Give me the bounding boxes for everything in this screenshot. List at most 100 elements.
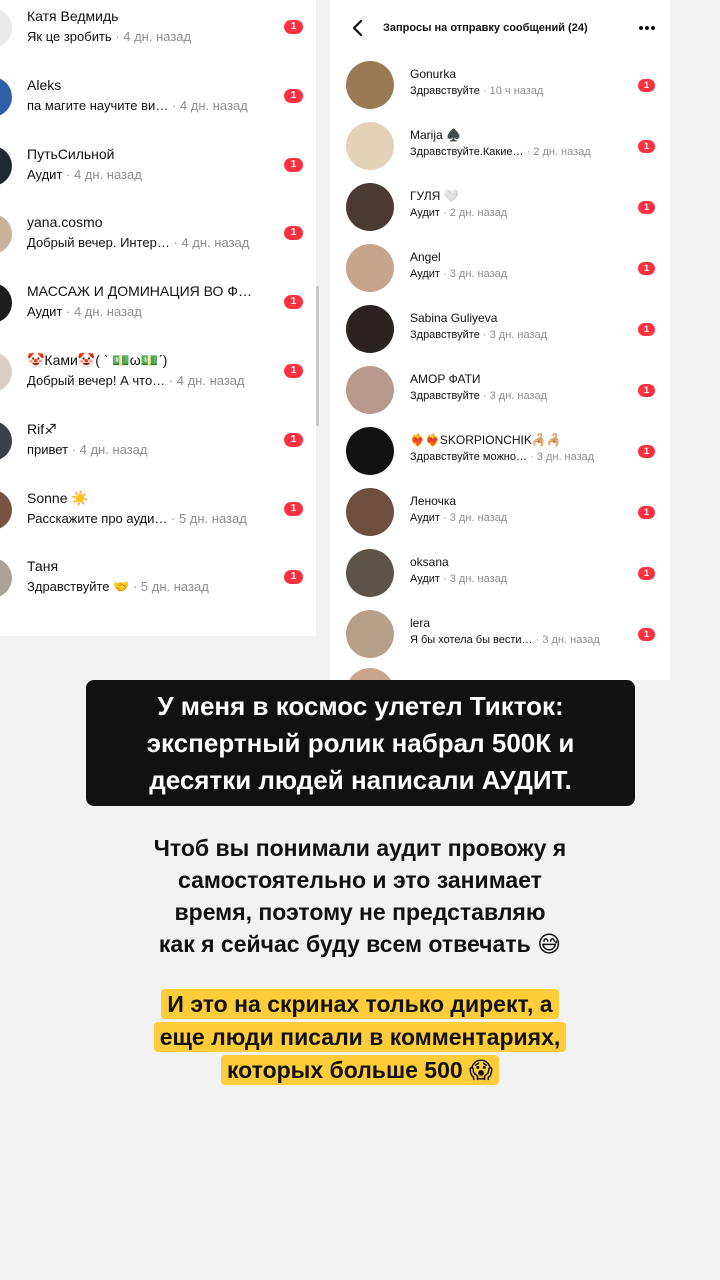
avatar[interactable]	[346, 488, 394, 536]
conversation-row[interactable]: ГУЛЯ 🤍 Аудит · 2 дн. назад 1	[330, 176, 670, 237]
avatar[interactable]	[346, 610, 394, 658]
avatar[interactable]	[0, 558, 12, 599]
unread-badge: 1	[638, 79, 655, 92]
message-preview: Я бы хотела бы вести… · 3 дн. назад	[410, 634, 600, 646]
requests-title: Запросы на отправку сообщений (24)	[383, 22, 588, 34]
timestamp: 3 дн. назад	[489, 329, 548, 341]
timestamp: 4 дн. назад	[181, 235, 250, 251]
avatar[interactable]	[346, 427, 394, 475]
contact-name: yana.cosmo	[27, 214, 103, 231]
caption-line: И это на скринах только директ, а	[118, 988, 602, 1021]
separator: ·	[532, 634, 543, 646]
timestamp: 3 дн. назад	[449, 512, 508, 524]
avatar[interactable]	[0, 76, 12, 117]
requests-header: Запросы на отправку сообщений (24)	[330, 0, 670, 56]
preview-text: Здравствуйте.Какие…	[410, 146, 524, 158]
timestamp: 3 дн. назад	[489, 390, 548, 402]
caption-line: время, поэтому не представляю	[174, 899, 546, 925]
contact-name: ❤️‍🔥❤️‍🔥SKORPIONCHIK🦂🦂	[410, 433, 562, 447]
message-preview: Добрый вечер. Интер… · 4 дн. назад	[27, 235, 249, 250]
timestamp: 3 дн. назад	[536, 451, 595, 463]
conversation-row[interactable]: Таня Здравствуйте 🤝 · 5 дн. назад 1	[0, 546, 316, 614]
separator: ·	[479, 329, 490, 341]
conversation-row[interactable]: Angel Аудит · 3 дн. назад 1	[330, 237, 670, 298]
conversation-row[interactable]: Sonne ☀️ Расскажите про ауди… · 5 дн. наз…	[0, 478, 316, 546]
avatar[interactable]	[0, 489, 12, 530]
unread-badge: 1	[284, 570, 303, 585]
caption-highlight-text: которых больше 500 😱	[220, 1055, 500, 1085]
avatar[interactable]	[346, 61, 394, 109]
conversation-row[interactable]: Катя Ведмидь Як це зробить · 4 дн. назад 1	[0, 0, 316, 64]
contact-name: АМОР ФАТИ	[410, 372, 481, 386]
unread-badge: 1	[638, 323, 655, 336]
caption-line: Чтоб вы понимали аудит провожу я	[153, 835, 567, 861]
avatar[interactable]	[346, 122, 394, 170]
scrollbar[interactable]	[316, 286, 319, 426]
unread-badge: 1	[638, 384, 655, 397]
separator: ·	[479, 390, 490, 402]
contact-name: Sonne ☀️	[27, 489, 89, 506]
separator: ·	[129, 579, 141, 595]
conversation-row[interactable]: Marija ♠️ Здравствуйте.Какие… · 2 дн. наз…	[330, 115, 670, 176]
right-screenshot-message-requests: Запросы на отправку сообщений (24) Gonur…	[330, 0, 670, 680]
separator: ·	[169, 235, 182, 251]
conversation-row[interactable]: yana.cosmo Добрый вечер. Интер… · 4 дн. н…	[0, 202, 316, 270]
conversation-row[interactable]: ПутьСильной Аудит · 4 дн. назад 1	[0, 134, 316, 202]
timestamp: 5 дн. назад	[178, 510, 247, 526]
more-options-icon[interactable]	[636, 20, 658, 36]
avatar[interactable]	[0, 214, 12, 255]
conversation-row[interactable]: ❤️‍🔥❤️‍🔥SKORPIONCHIK🦂🦂 Здравствуйте можно…	[330, 420, 670, 481]
conversation-row[interactable]: МАССАЖ И ДОМИНАЦИЯ ВО Ф… Аудит · 4 дн. на…	[0, 271, 316, 339]
unread-badge: 1	[638, 201, 655, 214]
contact-name: Marija ♠️	[410, 128, 461, 142]
avatar[interactable]	[346, 549, 394, 597]
timestamp: 2 дн. назад	[449, 207, 508, 219]
contact-name: ПутьСильной	[27, 145, 115, 162]
conversation-row[interactable]: Леночка Аудит · 3 дн. назад 1	[330, 481, 670, 542]
contact-name: 🤡Ками🤡( ˋ 💵ω💵ˊ)	[27, 352, 168, 368]
conversation-row[interactable]: Rif♐ привет · 4 дн. назад 1	[0, 409, 316, 477]
preview-text: Расскажите про ауди…	[27, 510, 168, 526]
avatar[interactable]	[0, 420, 12, 461]
conversation-row[interactable]: lera Я бы хотела бы вести… · 3 дн. назад 1	[330, 603, 670, 664]
separator: ·	[439, 573, 450, 585]
avatar[interactable]	[346, 244, 394, 292]
avatar[interactable]	[0, 352, 12, 392]
separator: ·	[479, 85, 490, 97]
contact-name: Aleks	[27, 76, 62, 93]
conversation-row[interactable]: АМОР ФАТИ Здравствуйте · 3 дн. назад 1	[330, 359, 670, 420]
preview-text: Як це зробить	[27, 29, 112, 44]
avatar[interactable]	[346, 305, 394, 353]
conversation-row[interactable]: Aleks па магите научите ви… · 4 дн. назад…	[0, 65, 316, 133]
unread-badge: 1	[284, 501, 303, 516]
preview-text: Добрый вечер. Интер…	[27, 235, 170, 251]
conversation-row[interactable]: Sabina Guliyeva Здравствуйте · 3 дн. наза…	[330, 298, 670, 359]
message-preview: Аудит · 4 дн. назад	[27, 167, 142, 182]
message-preview: Здравствуйте 🤝 · 5 дн. назад	[27, 579, 209, 595]
timestamp: 4 дн. назад	[123, 29, 192, 44]
avatar[interactable]	[0, 283, 12, 324]
unread-badge: 1	[284, 20, 303, 34]
conversation-row[interactable]: oksana Аудит · 3 дн. назад 1	[330, 542, 670, 603]
unread-badge: 1	[638, 445, 655, 458]
avatar[interactable]	[346, 183, 394, 231]
back-chevron-icon[interactable]	[348, 18, 368, 38]
unread-badge: 1	[638, 567, 655, 580]
conversation-row[interactable]: Gonurka Здравствуйте · 10 ч назад 1	[330, 54, 670, 115]
timestamp: 3 дн. назад	[542, 634, 600, 646]
separator: ·	[68, 441, 80, 457]
message-preview: Здравствуйте · 10 ч назад	[410, 85, 543, 97]
message-preview: привет · 4 дн. назад	[27, 442, 147, 457]
contact-name: ГУЛЯ 🤍	[410, 189, 459, 203]
caption-audit-time: Чтоб вы понимали аудит провожу я самостоя…	[96, 832, 624, 960]
message-preview: Як це зробить · 4 дн. назад	[27, 29, 191, 44]
avatar[interactable]	[0, 145, 12, 186]
timestamp: 10 ч назад	[489, 85, 544, 97]
avatar[interactable]	[346, 366, 394, 414]
avatar[interactable]	[0, 8, 12, 48]
caption-comments-highlight: И это на скринах только директ, а еще люд…	[118, 988, 602, 1094]
conversation-row[interactable]: 🤡Ками🤡( ˋ 💵ω💵ˊ) Добрый вечер! А что… · 4 …	[0, 340, 316, 408]
unread-badge: 1	[284, 157, 303, 172]
preview-text: Аудит	[410, 512, 440, 524]
message-preview: Расскажите про ауди… · 5 дн. назад	[27, 511, 247, 526]
